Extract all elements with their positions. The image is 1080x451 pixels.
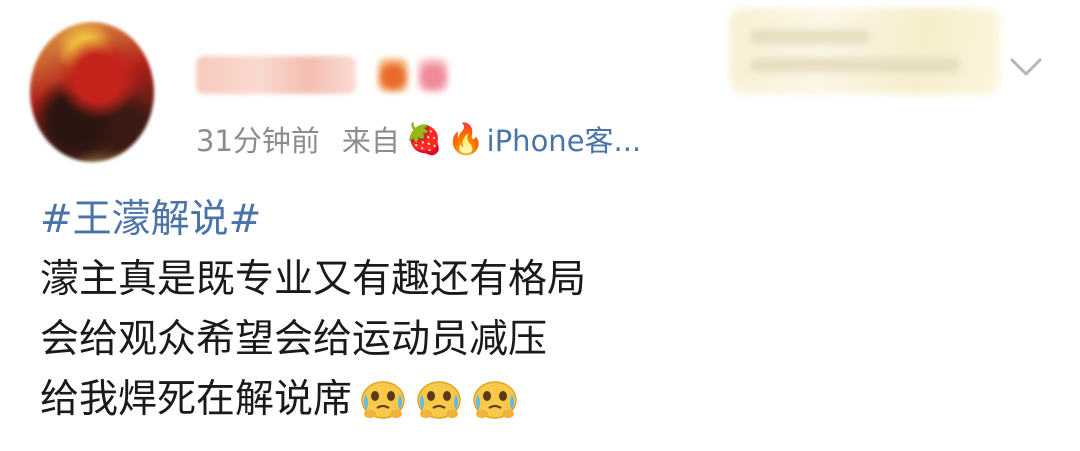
post-text-line: 濛主真是既专业又有趣还有格局	[40, 257, 587, 302]
post-text: 给我焊死在解说席	[40, 377, 353, 422]
fire-icon: 🔥	[447, 121, 485, 157]
post-text-line: 会给观众希望会给运动员减压	[40, 317, 548, 362]
hashtag-link[interactable]: #王濛解说#	[40, 190, 1040, 250]
strawberry-icon: 🍓	[405, 121, 444, 157]
chevron-down-icon[interactable]	[1008, 54, 1044, 80]
crying-face-emoji-icon	[473, 381, 517, 419]
crying-face-emoji-icon	[417, 381, 461, 419]
post-time: 31分钟前	[196, 124, 320, 158]
post-content: #王濛解说# 濛主真是既专业又有趣还有格局 会给观众希望会给运动员减压 给我焊死…	[40, 190, 1040, 430]
source-prefix: 来自	[341, 124, 400, 158]
post-text-line-with-emoji: 给我焊死在解说席	[40, 370, 1040, 430]
crying-face-emoji-icon	[361, 381, 405, 419]
user-badge-icon	[378, 58, 408, 92]
weibo-post-card: 31分钟前 来自 🍓 🔥 iPhone客... #王濛解说# 濛主真是既专业又有…	[0, 0, 1080, 451]
post-meta: 31分钟前 来自 🍓 🔥 iPhone客...	[196, 114, 641, 164]
source-client-link[interactable]: iPhone客...	[487, 118, 642, 160]
user-badge-icon	[418, 58, 448, 92]
username-blurred[interactable]	[196, 56, 356, 94]
blurred-decoration-banner	[730, 8, 1000, 94]
user-avatar[interactable]	[30, 22, 154, 162]
